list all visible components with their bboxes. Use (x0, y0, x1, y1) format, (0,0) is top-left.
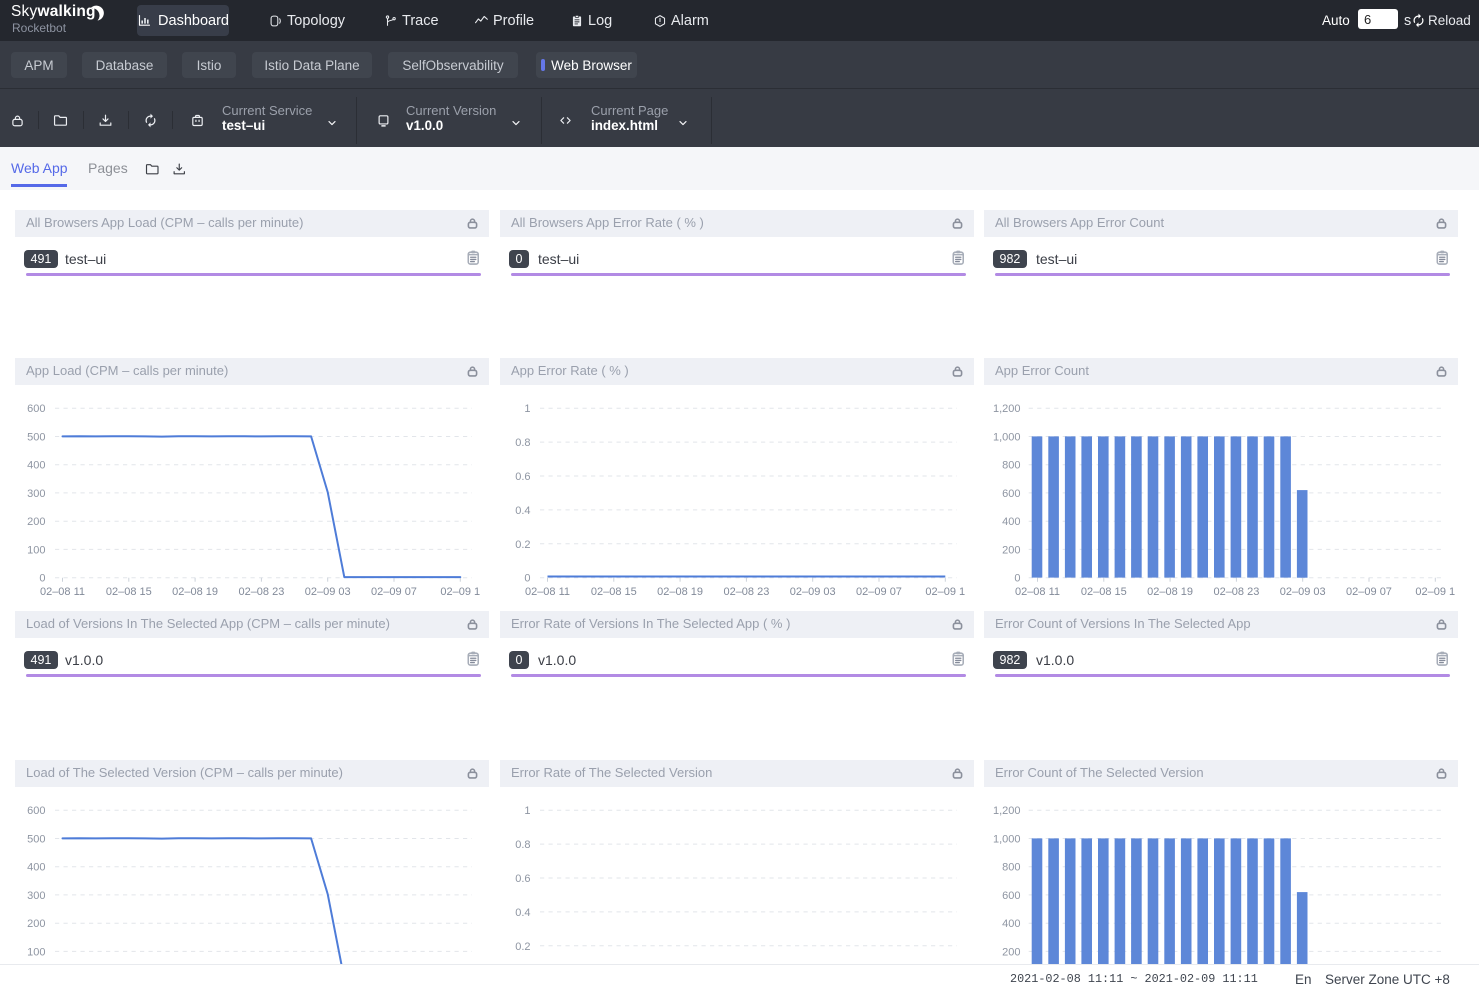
svg-text:02–08 23: 02–08 23 (723, 586, 769, 598)
svg-text:02–09 03: 02–09 03 (1280, 586, 1326, 598)
svg-text:0.8: 0.8 (515, 839, 530, 851)
svg-text:02–09 07: 02–09 07 (856, 586, 902, 598)
svg-text:400: 400 (1002, 918, 1020, 930)
svg-text:1,000: 1,000 (993, 834, 1021, 846)
svg-text:600: 600 (27, 805, 45, 817)
svg-text:0.4: 0.4 (515, 907, 530, 919)
svg-text:300: 300 (27, 488, 45, 500)
svg-text:0.8: 0.8 (515, 437, 530, 449)
svg-text:400: 400 (27, 460, 45, 472)
svg-text:500: 500 (27, 834, 45, 846)
svg-text:02–09 1: 02–09 1 (925, 586, 965, 598)
svg-text:0: 0 (39, 573, 45, 585)
svg-text:100: 100 (27, 544, 45, 556)
svg-text:02–08 19: 02–08 19 (657, 586, 703, 598)
svg-text:1,200: 1,200 (993, 403, 1021, 415)
svg-text:02–09 07: 02–09 07 (371, 586, 417, 598)
svg-text:02–08 11: 02–08 11 (525, 586, 570, 598)
svg-text:400: 400 (27, 862, 45, 874)
svg-text:200: 200 (1002, 946, 1020, 958)
svg-text:500: 500 (27, 432, 45, 444)
svg-text:02–09 07: 02–09 07 (1346, 586, 1392, 598)
svg-text:02–08 19: 02–08 19 (172, 586, 218, 598)
svg-text:600: 600 (1002, 488, 1020, 500)
svg-text:1,200: 1,200 (993, 805, 1021, 817)
svg-text:200: 200 (27, 516, 45, 528)
svg-text:02–09 03: 02–09 03 (305, 586, 351, 598)
svg-text:0.2: 0.2 (515, 941, 530, 953)
svg-text:200: 200 (1002, 544, 1020, 556)
svg-text:600: 600 (1002, 890, 1020, 902)
svg-text:1: 1 (524, 403, 530, 415)
svg-text:02–08 23: 02–08 23 (1213, 586, 1259, 598)
svg-text:02–09 1: 02–09 1 (1415, 586, 1455, 598)
svg-text:02–08 11: 02–08 11 (40, 586, 85, 598)
svg-text:100: 100 (27, 946, 45, 958)
svg-text:1: 1 (524, 805, 530, 817)
svg-text:0.2: 0.2 (515, 539, 530, 551)
svg-text:400: 400 (1002, 516, 1020, 528)
svg-text:0.6: 0.6 (515, 471, 530, 483)
svg-text:800: 800 (1002, 862, 1020, 874)
svg-text:0: 0 (1014, 573, 1020, 585)
svg-text:300: 300 (27, 890, 45, 902)
svg-text:02–08 23: 02–08 23 (238, 586, 284, 598)
svg-text:02–09 03: 02–09 03 (790, 586, 836, 598)
svg-text:02–08 15: 02–08 15 (106, 586, 152, 598)
svg-text:02–08 11: 02–08 11 (1015, 586, 1060, 598)
svg-text:02–09 1: 02–09 1 (440, 586, 480, 598)
svg-text:1,000: 1,000 (993, 432, 1021, 444)
svg-text:02–08 15: 02–08 15 (591, 586, 637, 598)
svg-text:800: 800 (1002, 460, 1020, 472)
svg-text:0.6: 0.6 (515, 873, 530, 885)
svg-text:200: 200 (27, 918, 45, 930)
svg-text:0.4: 0.4 (515, 505, 530, 517)
svg-text:600: 600 (27, 403, 45, 415)
svg-text:02–08 19: 02–08 19 (1147, 586, 1193, 598)
svg-text:02–08 15: 02–08 15 (1081, 586, 1127, 598)
svg-text:0: 0 (524, 573, 530, 585)
